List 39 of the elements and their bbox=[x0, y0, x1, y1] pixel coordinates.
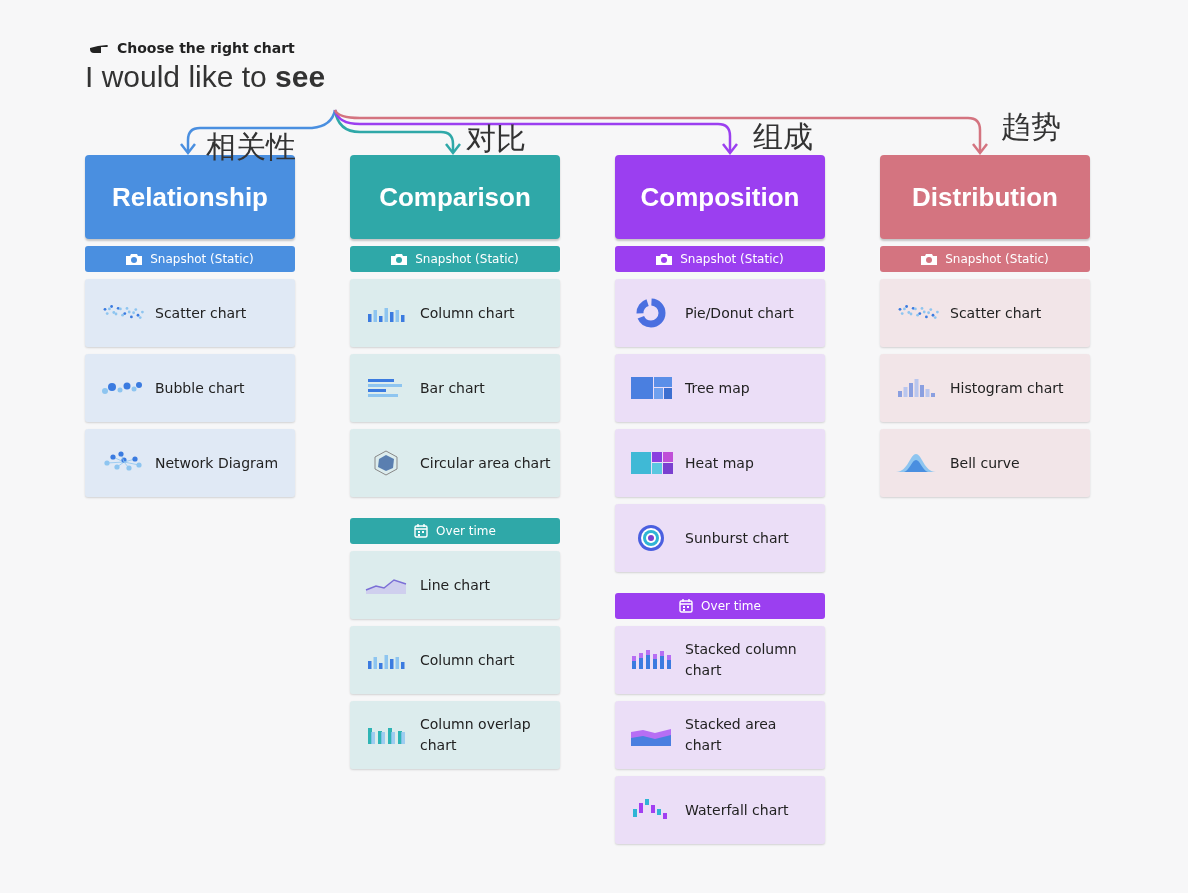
chart-type-card[interactable]: Scatter chart bbox=[880, 279, 1090, 347]
chart-type-card[interactable]: Stacked area chart bbox=[615, 701, 825, 769]
section-label: Snapshot (Static) bbox=[150, 252, 254, 266]
camera-icon bbox=[656, 253, 673, 265]
section-label: Snapshot (Static) bbox=[680, 252, 784, 266]
calendar-icon bbox=[679, 599, 694, 613]
chart-type-card[interactable]: Histogram chart bbox=[880, 354, 1090, 422]
chart-type-card[interactable]: Network Diagram bbox=[85, 429, 295, 497]
chart-type-card[interactable]: Column overlap chart bbox=[350, 701, 560, 769]
section-label: Snapshot (Static) bbox=[415, 252, 519, 266]
chart-type-card[interactable]: Circular area chart bbox=[350, 429, 560, 497]
camera-icon bbox=[391, 253, 408, 265]
connector-label: 对比 bbox=[466, 124, 526, 154]
section-label: Snapshot (Static) bbox=[945, 252, 1049, 266]
category-header: Distribution bbox=[880, 155, 1090, 239]
category-header: Composition bbox=[615, 155, 825, 239]
section-label: Over time bbox=[701, 599, 761, 613]
eyebrow-text: Choose the right chart bbox=[117, 40, 295, 56]
headline: I would like to see bbox=[85, 60, 327, 94]
chart-type-card[interactable]: Pie/Donut chart bbox=[615, 279, 825, 347]
camera-icon bbox=[126, 253, 143, 265]
chart-type-card[interactable]: Stacked column chart bbox=[615, 626, 825, 694]
chart-type-card[interactable]: Line chart bbox=[350, 551, 560, 619]
chart-type-card[interactable]: Scatter chart bbox=[85, 279, 295, 347]
calendar-icon bbox=[414, 524, 429, 538]
chart-type-card[interactable]: Bell curve bbox=[880, 429, 1090, 497]
chart-type-card[interactable]: Sunburst chart bbox=[615, 504, 825, 572]
chart-type-card[interactable]: Column chart bbox=[350, 626, 560, 694]
chart-type-card[interactable]: Waterfall chart bbox=[615, 776, 825, 844]
camera-icon bbox=[921, 253, 938, 265]
chart-type-card[interactable]: Heat map bbox=[615, 429, 825, 497]
chart-type-card[interactable]: Bar chart bbox=[350, 354, 560, 422]
section-label: Over time bbox=[436, 524, 496, 538]
connector-label: 趋势 bbox=[1001, 112, 1061, 142]
chart-type-card[interactable]: Column chart bbox=[350, 279, 560, 347]
chart-type-card[interactable]: Tree map bbox=[615, 354, 825, 422]
chart-type-card[interactable]: Bubble chart bbox=[85, 354, 295, 422]
category-header: Comparison bbox=[350, 155, 560, 239]
connector-label: 组成 bbox=[753, 122, 813, 152]
